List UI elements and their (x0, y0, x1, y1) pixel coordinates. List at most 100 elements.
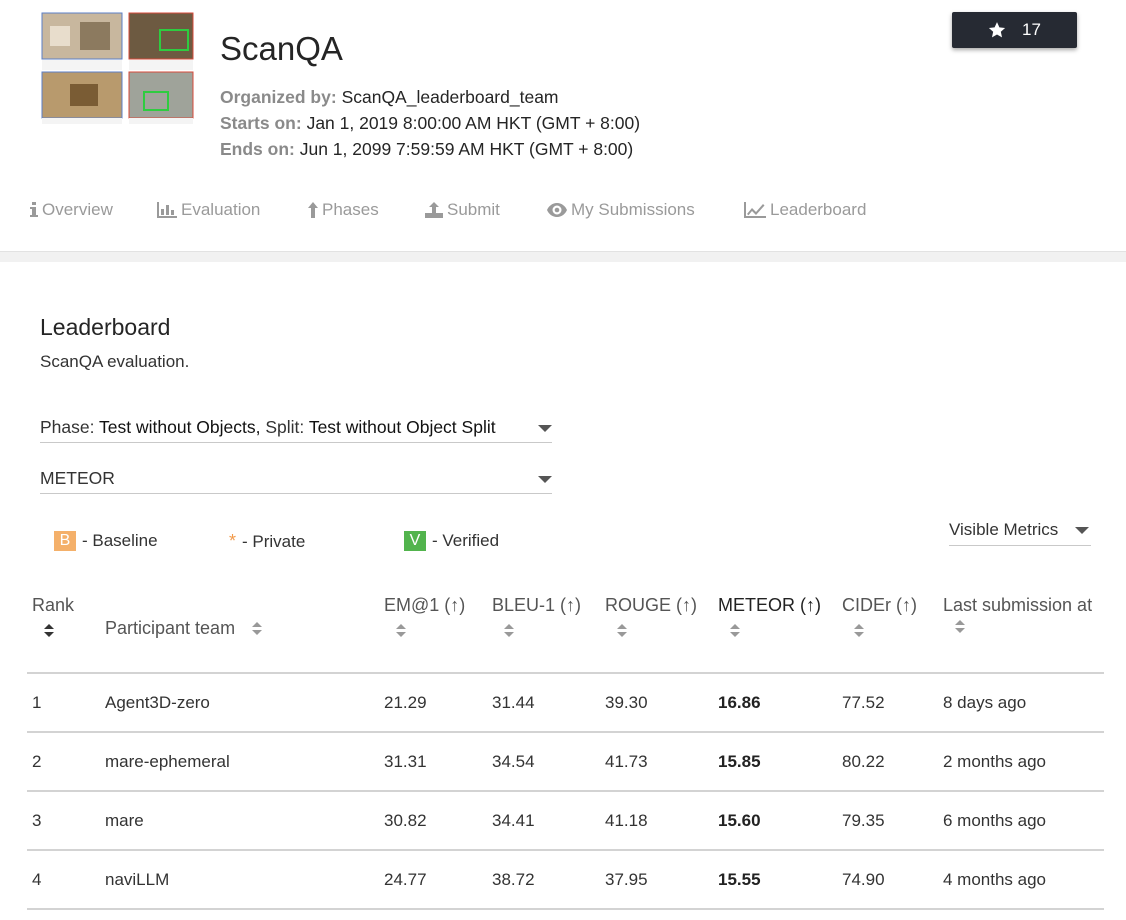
star-icon (988, 22, 1006, 38)
metric-select[interactable]: METEOR (40, 463, 552, 494)
cell-rank: 4 (27, 850, 105, 910)
cell-rouge: 39.30 (605, 673, 718, 733)
line-chart-icon (744, 202, 766, 218)
cell-cider: 80.22 (842, 732, 943, 792)
cell-last-submission: 6 months ago (943, 791, 1104, 851)
header-divider (0, 251, 1126, 262)
table-row: 1 Agent3D-zero 21.29 31.44 39.30 16.86 7… (27, 673, 1104, 733)
tab-overview[interactable]: Overview (30, 200, 113, 220)
tab-overview-label: Overview (42, 200, 113, 219)
cell-em1: 24.77 (384, 850, 492, 910)
cell-last-submission: 4 months ago (943, 850, 1104, 910)
sort-icon[interactable] (396, 624, 406, 638)
legend-private: * - Private (229, 531, 305, 552)
column-header-meteor[interactable]: METEOR (↑) (718, 585, 842, 674)
leaderboard-description: ScanQA evaluation. (40, 352, 190, 371)
sort-icon[interactable] (854, 624, 864, 638)
private-mark: * (229, 531, 237, 551)
cell-team: Agent3D-zero (105, 673, 384, 733)
cell-bleu1: 31.44 (492, 673, 605, 733)
column-header-bleu1[interactable]: BLEU-1 (↑) (492, 585, 605, 674)
cell-meteor: 15.60 (718, 791, 842, 851)
cell-team: mare-ephemeral (105, 732, 384, 792)
private-text: - Private (242, 531, 306, 551)
sort-icon[interactable] (617, 624, 627, 638)
cell-team: mare (105, 791, 384, 851)
phase-label: Phase: (40, 417, 95, 437)
table-row: 3 mare 30.82 34.41 41.18 15.60 79.35 6 m… (27, 791, 1104, 851)
chevron-down-icon (1075, 527, 1089, 534)
split-label: Split: (265, 417, 305, 437)
tab-phases-label: Phases (322, 200, 379, 219)
column-header-rouge[interactable]: ROUGE (↑) (605, 585, 718, 674)
visible-metrics-label: Visible Metrics (949, 520, 1059, 539)
starts-on: Starts on: Jan 1, 2019 8:00:00 AM HKT (G… (220, 113, 640, 134)
tab-submit[interactable]: Submit (425, 200, 500, 220)
cell-em1: 30.82 (384, 791, 492, 851)
bar-chart-icon (157, 202, 177, 218)
challenge-title: ScanQA (220, 30, 343, 67)
legend-verified: V - Verified (404, 531, 499, 551)
cell-last-submission: 8 days ago (943, 673, 1104, 733)
tab-leaderboard-label: Leaderboard (770, 200, 867, 219)
phase-split-value: Phase: Test without Objects, Split: Test… (40, 417, 496, 438)
organized-by: Organized by: ScanQA_leaderboard_team (220, 87, 559, 108)
cell-meteor: 15.85 (718, 732, 842, 792)
leaderboard-table: Rank Participant team EM@1 (↑) BLEU-1 (↑… (27, 585, 1104, 910)
star-button[interactable]: 17 (952, 12, 1077, 48)
column-header-team[interactable]: Participant team (105, 585, 384, 674)
cell-team: naviLLM (105, 850, 384, 910)
tab-my-submissions[interactable]: My Submissions (547, 200, 695, 220)
sort-icon[interactable] (44, 624, 54, 638)
column-header-cider[interactable]: CIDEr (↑) (842, 585, 943, 674)
column-header-last-submission[interactable]: Last submission at (943, 585, 1104, 674)
star-count: 17 (1022, 20, 1041, 39)
sort-icon[interactable] (955, 620, 965, 634)
cell-rouge: 41.18 (605, 791, 718, 851)
tab-phases[interactable]: Phases (308, 200, 379, 220)
organized-label: Organized by: (220, 87, 337, 107)
cell-cider: 74.90 (842, 850, 943, 910)
chevron-down-icon (538, 476, 552, 483)
cell-last-submission: 2 months ago (943, 732, 1104, 792)
cell-cider: 77.52 (842, 673, 943, 733)
column-header-rank[interactable]: Rank (27, 585, 105, 674)
visible-metrics-select[interactable]: Visible Metrics (949, 517, 1091, 546)
cell-meteor: 16.86 (718, 673, 842, 733)
sort-icon[interactable] (252, 622, 263, 636)
tab-submit-label: Submit (447, 200, 500, 219)
upload-icon (425, 202, 443, 218)
organized-value: ScanQA_leaderboard_team (341, 87, 559, 107)
leaderboard-title: Leaderboard (40, 314, 171, 340)
legend-baseline: B - Baseline (54, 531, 158, 551)
sort-icon[interactable] (504, 624, 514, 638)
cell-meteor: 15.55 (718, 850, 842, 910)
cell-bleu1: 34.41 (492, 791, 605, 851)
tab-evaluation[interactable]: Evaluation (157, 200, 260, 220)
baseline-badge: B (54, 531, 76, 551)
cell-rank: 2 (27, 732, 105, 792)
sort-icon[interactable] (730, 624, 740, 638)
arrow-up-icon (308, 202, 318, 218)
tab-leaderboard[interactable]: Leaderboard (744, 200, 866, 220)
starts-value: Jan 1, 2019 8:00:00 AM HKT (GMT + 8:00) (306, 113, 641, 133)
verified-text: - Verified (432, 531, 500, 550)
tab-my-submissions-label: My Submissions (571, 200, 695, 219)
cell-cider: 79.35 (842, 791, 943, 851)
cell-em1: 21.29 (384, 673, 492, 733)
cell-bleu1: 34.54 (492, 732, 605, 792)
cell-rank: 1 (27, 673, 105, 733)
cell-rouge: 37.95 (605, 850, 718, 910)
info-icon (30, 202, 38, 217)
table-row: 2 mare-ephemeral 31.31 34.54 41.73 15.85… (27, 732, 1104, 792)
column-header-em1[interactable]: EM@1 (↑) (384, 585, 492, 674)
phase-value: Test without Objects, (99, 417, 261, 437)
verified-badge: V (404, 531, 426, 551)
phase-split-select[interactable]: Phase: Test without Objects, Split: Test… (40, 412, 552, 443)
ends-value: Jun 1, 2099 7:59:59 AM HKT (GMT + 8:00) (299, 139, 634, 159)
challenge-header: ScanQA Organized by: ScanQA_leaderboard_… (0, 0, 1126, 252)
chevron-down-icon (538, 425, 552, 432)
table-row: 4 naviLLM 24.77 38.72 37.95 15.55 74.90 … (27, 850, 1104, 910)
challenge-tabs: Overview Evaluation Phases Submit My Sub… (0, 200, 1126, 228)
cell-bleu1: 38.72 (492, 850, 605, 910)
